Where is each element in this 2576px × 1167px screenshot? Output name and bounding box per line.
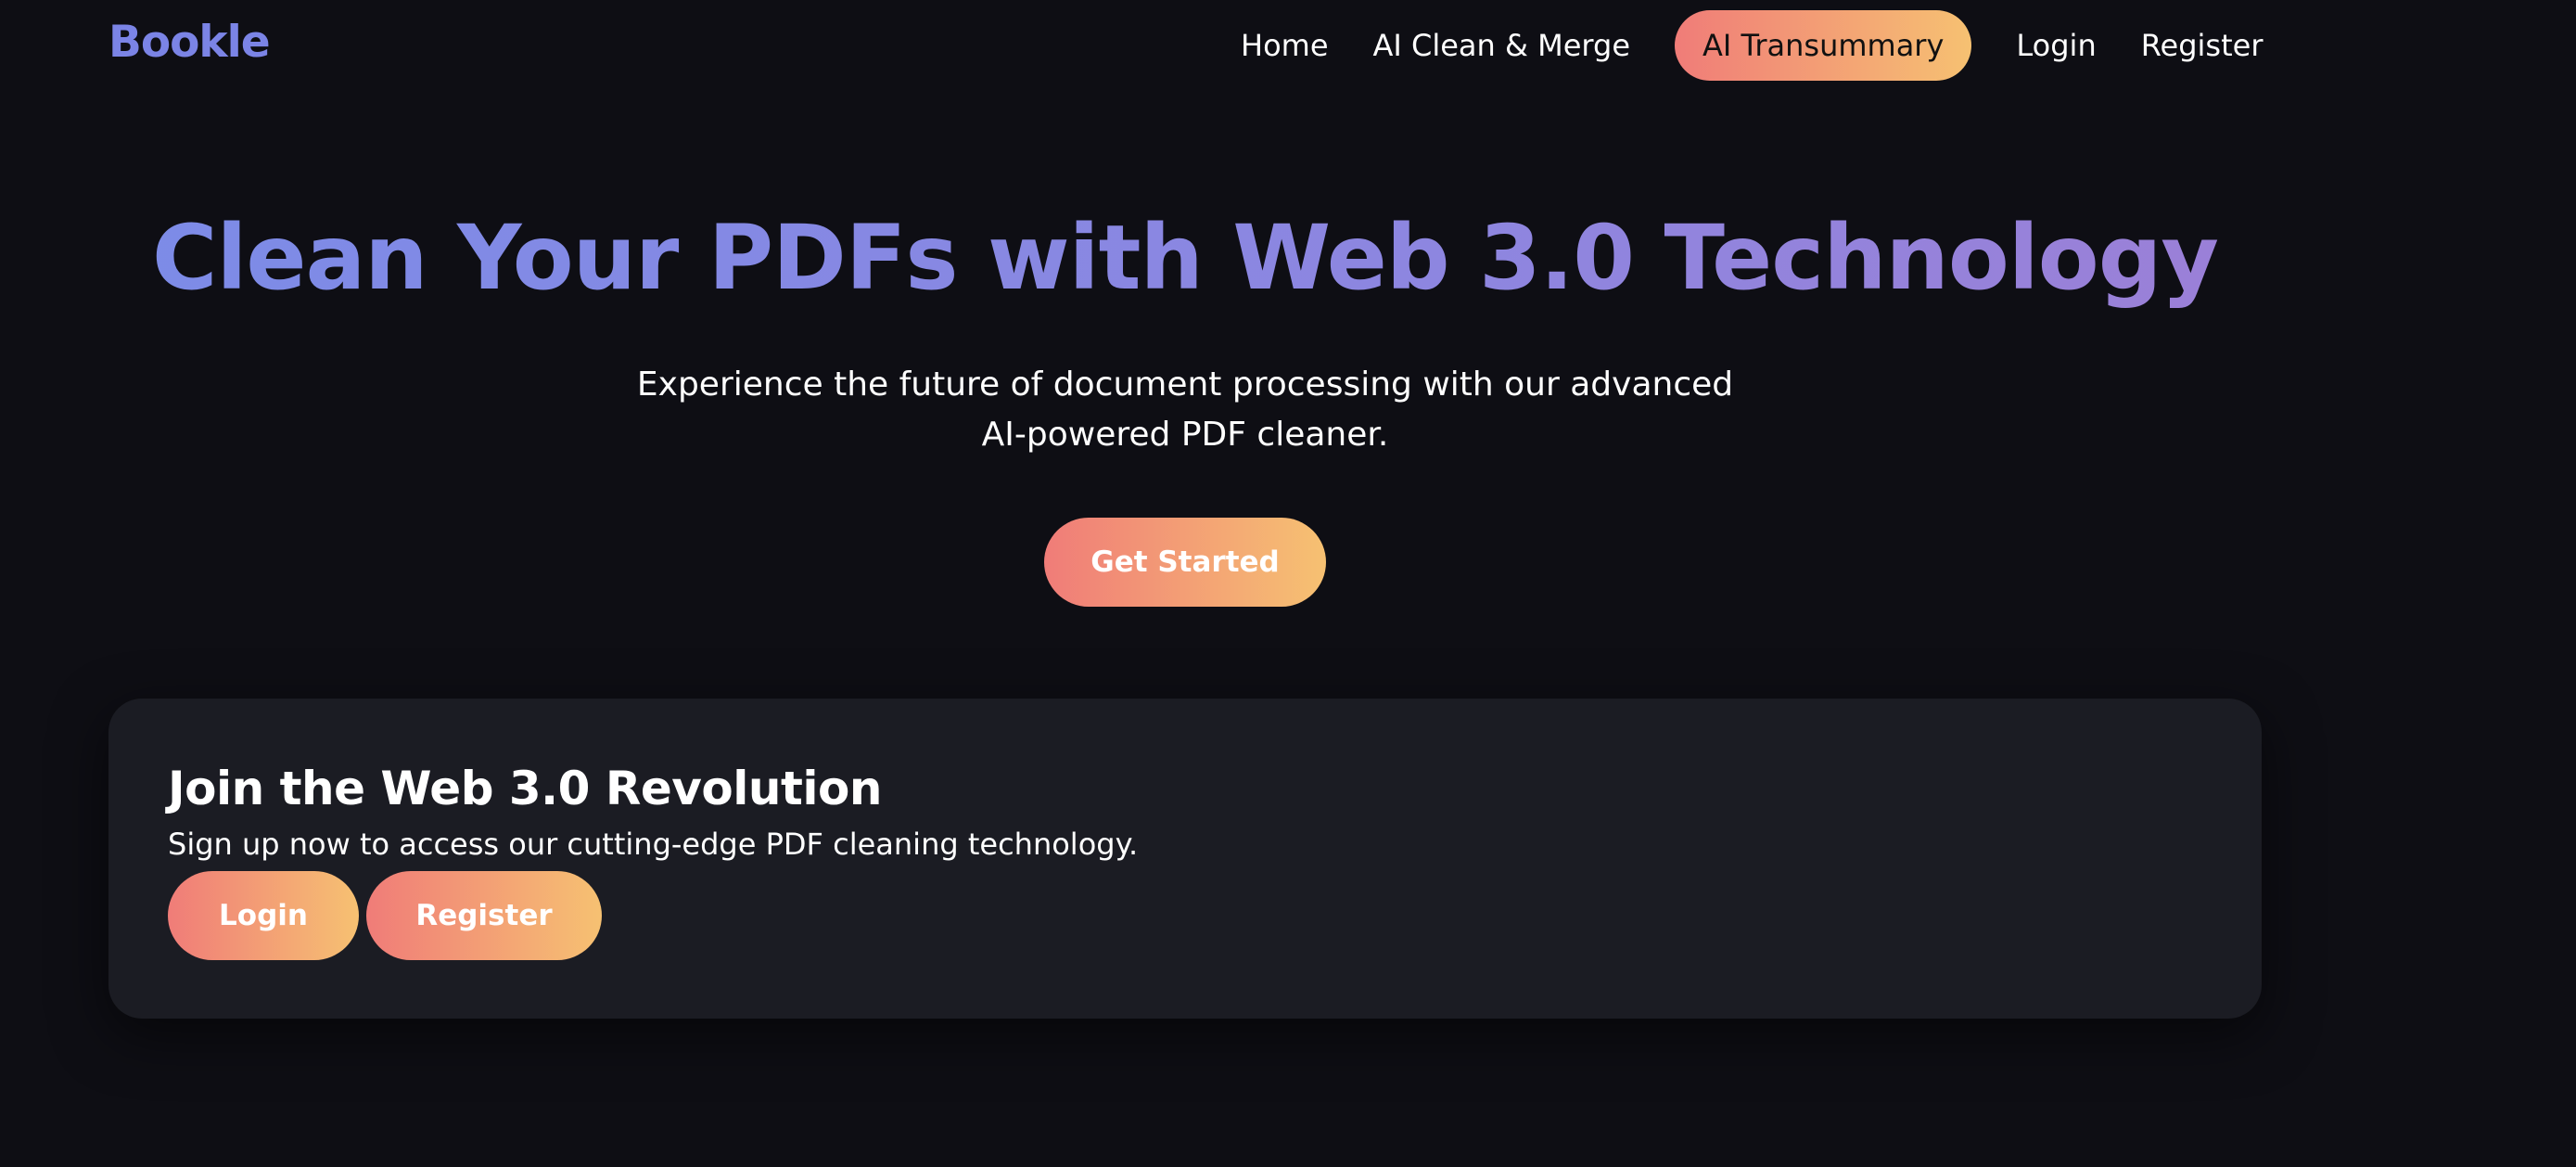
signup-card-title: Join the Web 3.0 Revolution [168, 762, 882, 815]
nav-ai-clean-merge[interactable]: AI Clean & Merge [1373, 28, 1631, 63]
nav-login[interactable]: Login [2016, 28, 2096, 63]
signup-card-text: Sign up now to access our cutting-edge P… [168, 827, 1139, 862]
logo[interactable]: Bookle [108, 17, 271, 68]
hero-subtitle: Experience the future of document proces… [0, 360, 2370, 460]
hero-title: Clean Your PDFs with Web 3.0 Technology [0, 206, 2370, 310]
card-register-button[interactable]: Register [366, 871, 602, 960]
hero-subtitle-line-2: AI-powered PDF cleaner. [981, 416, 1389, 454]
nav-ai-transummary[interactable]: AI Transummary [1675, 10, 1972, 81]
get-started-button[interactable]: Get Started [1044, 518, 1326, 607]
main-nav: Home AI Clean & Merge AI Transummary Log… [1215, 9, 2263, 82]
signup-card-buttons: Login Register [168, 871, 602, 960]
nav-home[interactable]: Home [1241, 28, 1329, 63]
card-login-button[interactable]: Login [168, 871, 359, 960]
page: Bookle Home AI Clean & Merge AI Transumm… [0, 0, 2576, 1167]
nav-register[interactable]: Register [2141, 28, 2264, 63]
signup-card: Join the Web 3.0 Revolution Sign up now … [108, 699, 2262, 1019]
hero-subtitle-line-1: Experience the future of document proces… [636, 365, 1734, 404]
